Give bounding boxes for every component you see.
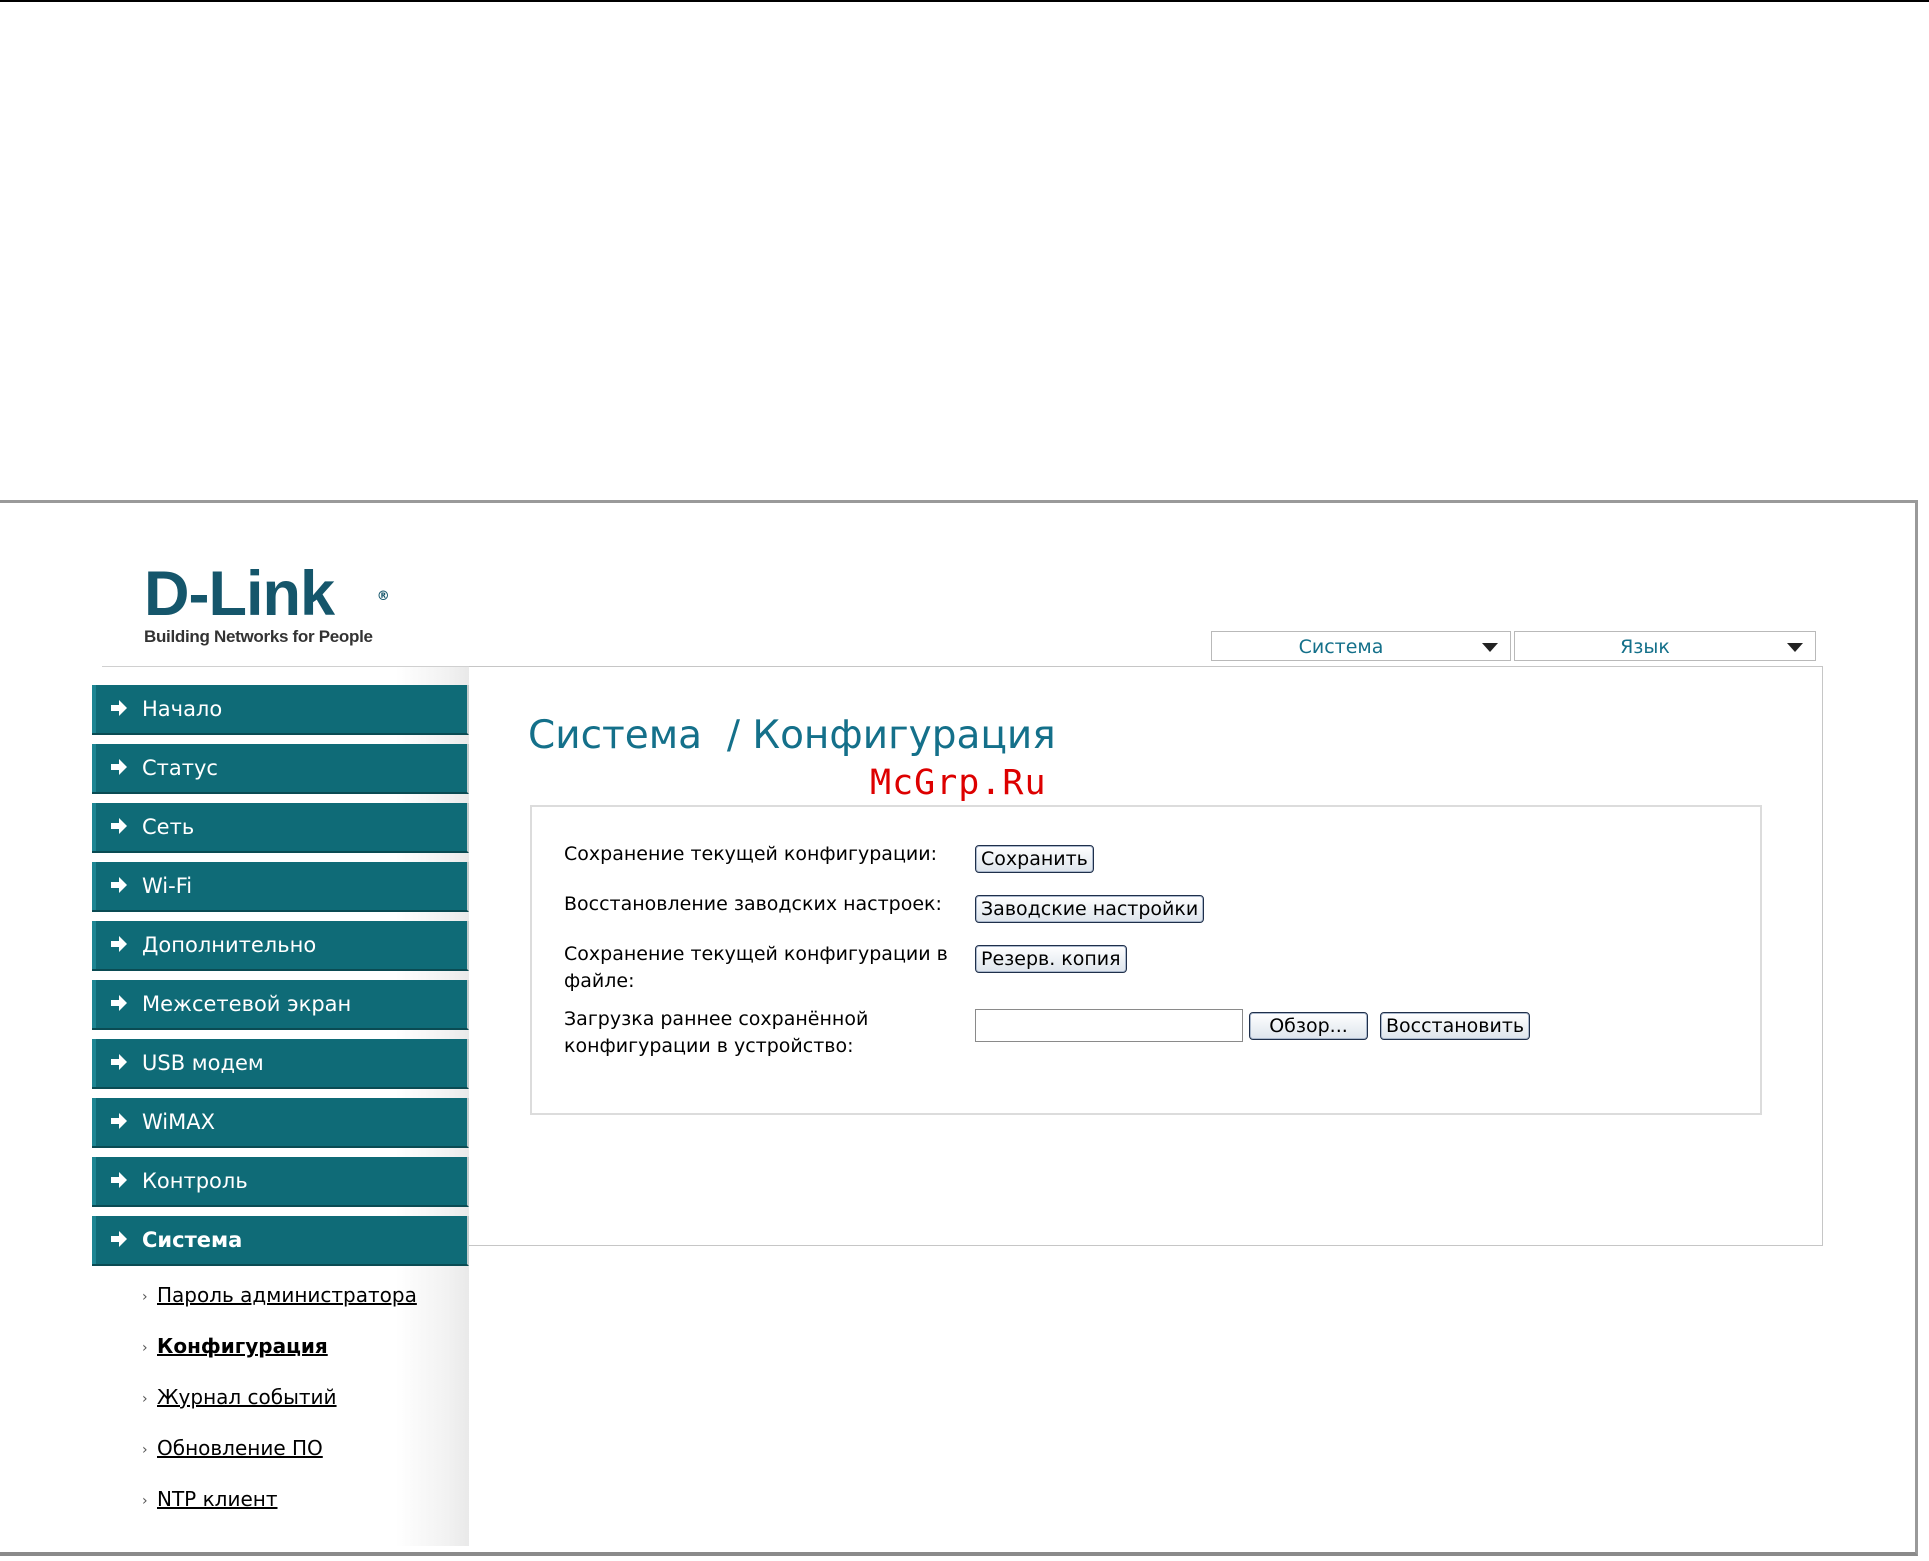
dlink-logo: D-Link ® Building Networks for People: [144, 559, 390, 647]
subnav-link-ntp-client[interactable]: NTP клиент: [157, 1487, 278, 1511]
sidebar-item-label: Межсетевой экран: [142, 992, 352, 1016]
arrow-right-icon: [111, 1231, 127, 1247]
restore-config-label: Загрузка раннее сохранённой конфигурации …: [564, 1008, 869, 1057]
sidebar-nav: Начало Статус Сеть Wi-Fi Дополнительно М…: [92, 685, 469, 1275]
sidebar-item-label: Статус: [142, 756, 218, 780]
arrow-right-icon: [111, 936, 127, 952]
sidebar-item-status[interactable]: Статус: [92, 744, 469, 794]
system-menu-label: Система: [1298, 636, 1384, 658]
save-config-label: Сохранение текущей конфигурации:: [564, 843, 937, 865]
sidebar-item-label: WiMAX: [142, 1110, 216, 1134]
arrow-right-icon: [111, 1054, 127, 1070]
backup-button[interactable]: Резерв. копия: [975, 945, 1127, 973]
watermark: McGrp.Ru: [870, 763, 1047, 803]
sidebar-item-label: Wi-Fi: [142, 874, 193, 898]
sidebar-item-label: Система: [142, 1228, 243, 1252]
chevron-down-icon: [1482, 643, 1498, 652]
sidebar-item-system[interactable]: Система: [92, 1216, 469, 1266]
sidebar-item-wifi[interactable]: Wi-Fi: [92, 862, 469, 912]
subnav-link-firmware-update[interactable]: Обновление ПО: [157, 1436, 323, 1460]
language-dropdown[interactable]: Язык: [1514, 631, 1816, 661]
subnav-link-admin-password[interactable]: Пароль администратора: [157, 1283, 417, 1307]
system-menu-dropdown[interactable]: Система: [1211, 631, 1511, 661]
logo-wordmark: D-Link ®: [144, 559, 390, 629]
arrow-right-icon: [111, 700, 127, 716]
arrow-right-icon: [111, 1172, 127, 1188]
bullet-icon: ›: [142, 1289, 148, 1305]
sidebar-item-control[interactable]: Контроль: [92, 1157, 469, 1207]
subnav-link-configuration[interactable]: Конфигурация: [157, 1334, 328, 1358]
bullet-icon: ›: [142, 1340, 148, 1356]
logo-tagline: Building Networks for People: [144, 627, 373, 646]
save-button[interactable]: Сохранить: [975, 845, 1094, 873]
bullet-icon: ›: [142, 1493, 148, 1509]
sidebar-item-label: Дополнительно: [142, 933, 317, 957]
config-file-input[interactable]: [975, 1009, 1243, 1042]
chevron-down-icon: [1787, 643, 1803, 652]
language-label: Язык: [1620, 636, 1670, 658]
sidebar-item-advanced[interactable]: Дополнительно: [92, 921, 469, 971]
sidebar-item-label: Сеть: [142, 815, 195, 839]
arrow-right-icon: [111, 818, 127, 834]
page-title: Система / Конфигурация: [528, 713, 1056, 758]
browser-window: D-Link ® Building Networks for People Сис…: [0, 500, 1918, 1556]
bullet-icon: ›: [142, 1391, 148, 1407]
arrow-right-icon: [111, 995, 127, 1011]
arrow-right-icon: [111, 759, 127, 775]
subnav-link-event-log[interactable]: Журнал событий: [157, 1385, 337, 1409]
sidebar-item-label: Контроль: [142, 1169, 248, 1193]
factory-reset-button[interactable]: Заводские настройки: [975, 895, 1205, 923]
sidebar-item-home[interactable]: Начало: [92, 685, 469, 735]
browse-button[interactable]: Обзор...: [1249, 1012, 1368, 1040]
sidebar-item-firewall[interactable]: Межсетевой экран: [92, 980, 469, 1030]
restore-button[interactable]: Восстановить: [1380, 1012, 1531, 1040]
sidebar-item-usb-modem[interactable]: USB модем: [92, 1039, 469, 1089]
configuration-form: Сохранение текущей конфигурации: Сохрани…: [530, 805, 1762, 1115]
backup-config-label: Сохранение текущей конфигурации в файле:: [564, 943, 948, 992]
sidebar-item-wimax[interactable]: WiMAX: [92, 1098, 469, 1148]
top-rule: [0, 0, 1929, 2]
bullet-icon: ›: [142, 1442, 148, 1458]
sidebar-item-network[interactable]: Сеть: [92, 803, 469, 853]
sidebar-divider: [102, 666, 469, 667]
sidebar-item-label: Начало: [142, 697, 223, 721]
arrow-right-icon: [111, 877, 127, 893]
factory-reset-label: Восстановление заводских настроек:: [564, 893, 942, 915]
sidebar-item-label: USB модем: [142, 1051, 264, 1075]
arrow-right-icon: [111, 1113, 127, 1129]
